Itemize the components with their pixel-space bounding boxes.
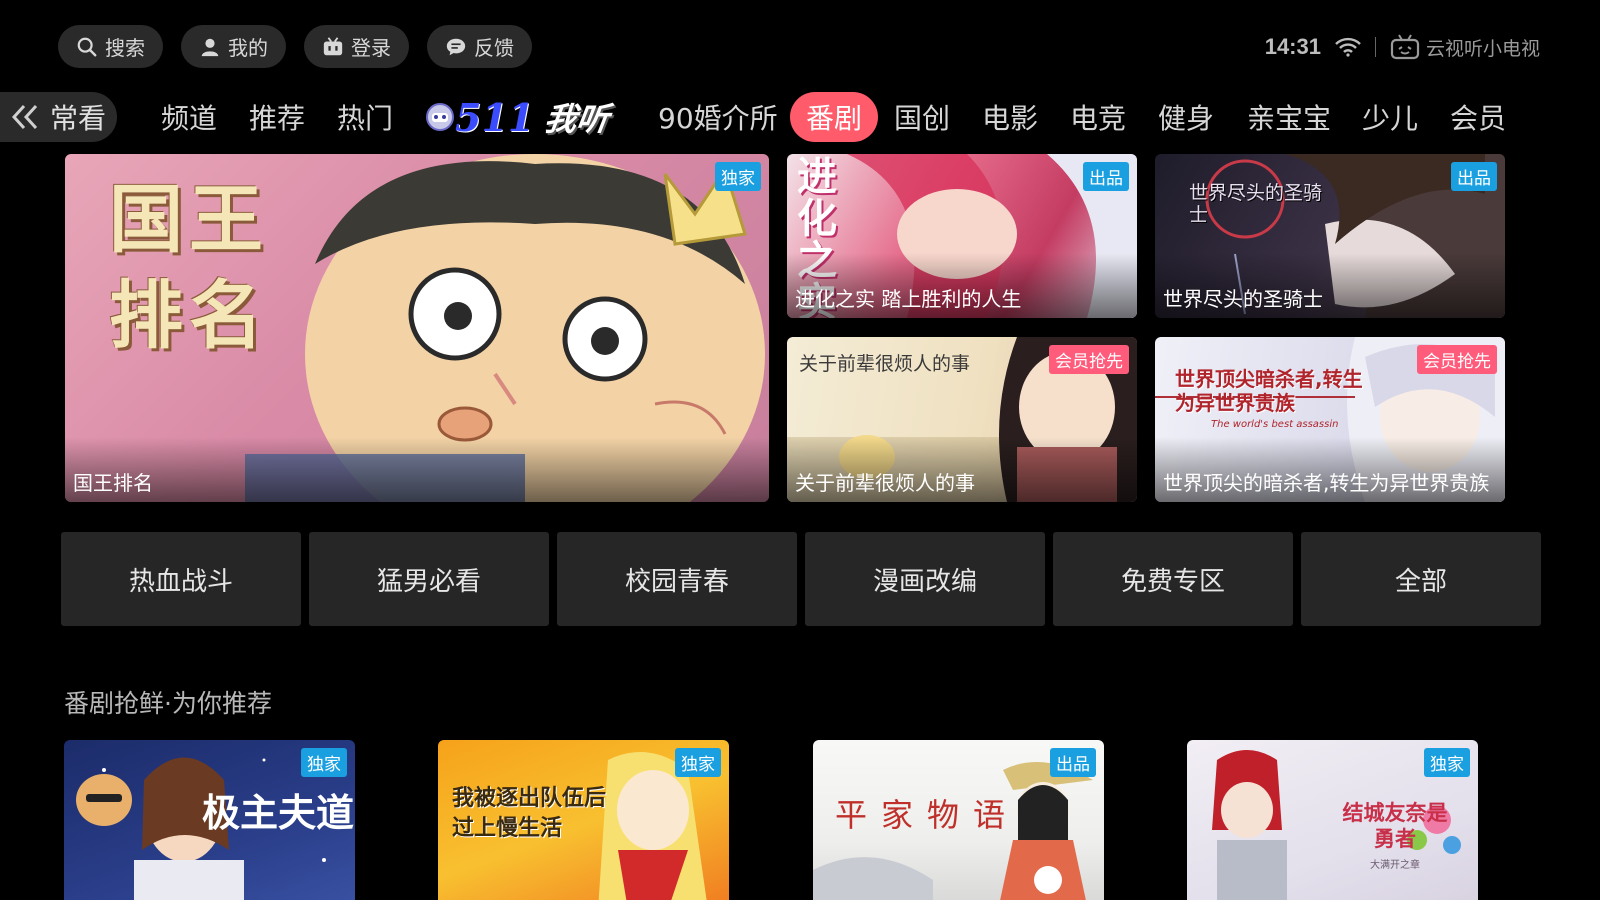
tab-recommend[interactable]: 推荐 — [249, 92, 305, 142]
tv-icon — [323, 36, 343, 55]
hero-artwork-title: 国王排名 — [109, 177, 269, 359]
status-area: 14:31 云视听小电视 — [1265, 28, 1540, 66]
category-manga-adapted[interactable]: 漫画改编 — [805, 532, 1045, 626]
tile-title: 进化之实 踏上胜利的人生 — [787, 253, 1137, 318]
hero-card-king-ranking[interactable]: 国王排名 独家 国王排名 — [65, 154, 769, 502]
tile-artwork-title: 世界顶尖暗杀者,转生为异世界贵族 — [1175, 367, 1363, 415]
exclusive-badge: 独家 — [1424, 748, 1470, 777]
tab-fitness[interactable]: 健身 — [1158, 92, 1214, 142]
tab-wo-ting-label: 我听 — [542, 100, 612, 138]
tab-511-label: 511 — [455, 94, 535, 140]
category-hot-blooded[interactable]: 热血战斗 — [61, 532, 301, 626]
tab-kids[interactable]: 少儿 — [1362, 92, 1418, 142]
feedback-button[interactable]: 反馈 — [427, 25, 532, 68]
vip-early-badge: 会员抢先 — [1049, 345, 1129, 374]
category-must-watch[interactable]: 猛男必看 — [309, 532, 549, 626]
rec-artwork-title: 结城友奈是勇者 — [1342, 801, 1448, 851]
category-all[interactable]: 全部 — [1301, 532, 1541, 626]
tile-evolution-fruit[interactable]: 进化之实 出品 进化之实 踏上胜利的人生 — [787, 154, 1137, 318]
user-icon — [201, 38, 219, 56]
brand: 云视听小电视 — [1390, 34, 1540, 61]
produced-badge: 出品 — [1451, 162, 1497, 191]
tile-title: 世界顶尖的暗杀者,转生为异世界贵族 — [1155, 437, 1505, 502]
category-nav: 常看 频道 推荐 热门 511 我听 90婚介所 番剧 国创 电影 电竞 健身 … — [0, 92, 1600, 144]
tv-logo-icon — [1390, 34, 1420, 60]
exclusive-badge: 独家 — [675, 748, 721, 777]
feedback-label: 反馈 — [474, 36, 514, 60]
divider — [1374, 37, 1376, 57]
rec-item-2[interactable]: 我被逐出队伍后过上慢生活 独家 — [438, 740, 729, 900]
double-chevron-left-icon — [11, 104, 38, 130]
search-label: 搜索 — [105, 36, 145, 60]
wifi-icon — [1335, 37, 1361, 57]
category-free-zone[interactable]: 免费专区 — [1053, 532, 1293, 626]
clock: 14:31 — [1264, 34, 1321, 59]
exclusive-badge: 独家 — [301, 748, 347, 777]
chat-icon — [446, 38, 466, 55]
tab-511[interactable]: 511 — [425, 92, 534, 142]
tab-movie[interactable]: 电影 — [982, 92, 1038, 142]
tab-matchmaking[interactable]: 90婚介所 — [658, 92, 778, 142]
tile-title: 世界尽头的圣骑士 — [1155, 253, 1505, 318]
tab-wo-ting[interactable]: 我听 — [542, 92, 612, 142]
hero-title: 国王排名 — [65, 437, 769, 502]
search-button[interactable]: 搜索 — [58, 25, 163, 68]
login-label: 登录 — [351, 36, 391, 60]
top-bar: 搜索 我的 登录 反馈 — [58, 25, 532, 68]
profile-label: 我的 — [228, 36, 268, 60]
tile-artwork-title: 世界尽头的圣骑士 — [1189, 182, 1323, 226]
tab-guochuang[interactable]: 国创 — [894, 92, 950, 142]
tab-esports[interactable]: 电竞 — [1070, 92, 1126, 142]
search-icon — [77, 37, 97, 56]
tab-anime[interactable]: 番剧 — [790, 92, 879, 142]
tile-artwork-title: 关于前辈很烦人的事 — [799, 353, 971, 375]
tile-best-assassin[interactable]: 世界顶尖暗杀者,转生为异世界贵族 The world's best assass… — [1155, 337, 1505, 502]
rec-artwork-title: 极主夫道 — [202, 790, 355, 835]
rec-artwork-title: 我被逐出队伍后过上慢生活 — [452, 786, 607, 841]
produced-badge: 出品 — [1083, 162, 1129, 191]
rec-item-1[interactable]: 极主夫道 独家 — [64, 740, 355, 900]
tile-artwork-subtitle: The world's best assassin — [1211, 419, 1339, 430]
section-title: 番剧抢鲜·为你推荐 — [64, 689, 272, 718]
category-campus[interactable]: 校园青春 — [557, 532, 797, 626]
tab-parenting[interactable]: 亲宝宝 — [1247, 92, 1331, 142]
login-button[interactable]: 登录 — [304, 25, 409, 68]
tile-title: 关于前辈很烦人的事 — [787, 437, 1137, 502]
tab-hot[interactable]: 热门 — [337, 92, 393, 142]
tile-faraway-paladin[interactable]: 世界尽头的圣骑士 出品 世界尽头的圣骑士 — [1155, 154, 1505, 318]
tab-vip[interactable]: 会员 — [1450, 92, 1506, 142]
tab-channel[interactable]: 频道 — [161, 92, 217, 142]
produced-badge: 出品 — [1050, 748, 1096, 777]
recent-button[interactable]: 常看 — [0, 92, 117, 142]
rec-item-3[interactable]: 平家物语 出品 — [813, 740, 1104, 900]
rec-item-4[interactable]: 结城友奈是勇者 大满开之章 独家 — [1187, 740, 1478, 900]
rec-artwork-title: 平家物语 — [835, 796, 1020, 834]
mascot-icon — [426, 103, 454, 131]
profile-button[interactable]: 我的 — [181, 25, 286, 68]
vip-early-badge: 会员抢先 — [1417, 345, 1497, 374]
recent-label: 常看 — [50, 102, 107, 135]
tile-senpai-annoying[interactable]: 关于前辈很烦人的事 会员抢先 关于前辈很烦人的事 — [787, 337, 1137, 502]
rec-artwork-subtitle: 大满开之章 — [1370, 860, 1420, 871]
exclusive-badge: 独家 — [715, 162, 761, 191]
brand-name: 云视听小电视 — [1425, 37, 1540, 60]
